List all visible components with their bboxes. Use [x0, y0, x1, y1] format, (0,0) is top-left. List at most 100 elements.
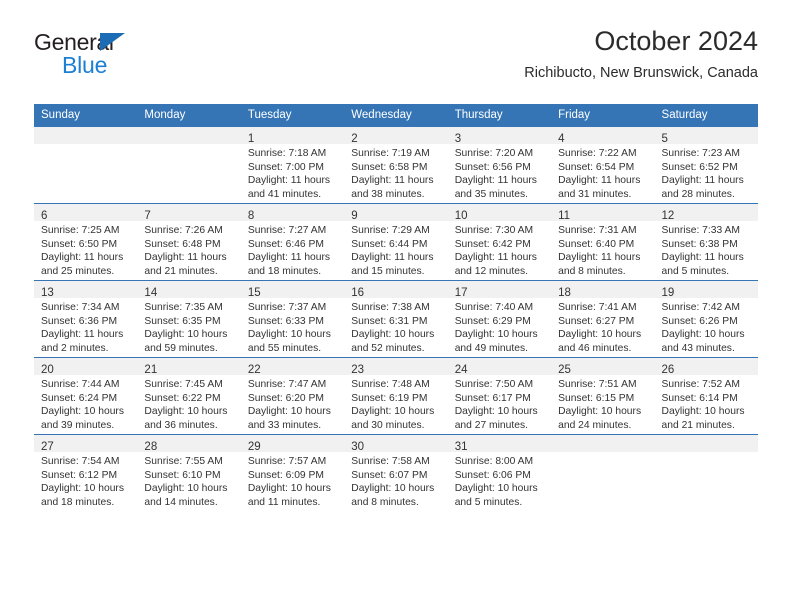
sunrise-time: Sunrise: 7:26 AM	[144, 225, 223, 236]
day-details: Sunrise: 7:47 AM Sunset: 6:20 PM Daylight:…	[241, 375, 344, 432]
day-details: Sunrise: 7:35 AM Sunset: 6:35 PM Daylight:…	[137, 298, 240, 355]
calendar-day-cell[interactable]: 24 Sunrise: 7:50 AM Sunset: 6:17 PM Dayligh…	[447, 357, 552, 435]
day-number-band: 14	[137, 281, 241, 299]
sunset-time: Sunset: 6:14 PM	[661, 392, 738, 404]
sunset-time: Sunset: 6:17 PM	[454, 392, 531, 404]
calendar-day-cell[interactable]: 8 Sunrise: 7:27 AM Sunset: 6:46 PM Daylight…	[240, 203, 345, 281]
calendar-day-cell[interactable]: 5 Sunrise: 7:23 AM Sunset: 6:52 PM Daylight…	[654, 126, 758, 204]
day-number: 29	[247, 441, 261, 453]
day-number: 9	[351, 210, 358, 222]
day-number-band: 20	[34, 358, 138, 376]
daylight-duration-line1: Daylight: 10 hours	[144, 406, 228, 418]
day-details: Sunrise: 7:19 AM Sunset: 6:58 PM Daylight:…	[344, 144, 447, 201]
daylight-duration-line1: Daylight: 10 hours	[144, 483, 228, 495]
sunrise-time: Sunrise: 7:19 AM	[351, 148, 430, 159]
day-number-band: 1	[240, 127, 345, 145]
calendar-day-cell[interactable]: 10 Sunrise: 7:30 AM Sunset: 6:42 PM Dayligh…	[447, 203, 552, 281]
daylight-duration-line1: Daylight: 10 hours	[144, 329, 228, 341]
sunrise-time: Sunrise: 7:30 AM	[454, 225, 534, 236]
weekday-header-row: Sunday Monday Tuesday Wednesday Thursday…	[34, 104, 758, 127]
day-details: Sunrise: 7:48 AM Sunset: 6:19 PM Daylight:…	[344, 375, 447, 432]
calendar-day-cell[interactable]: 14 Sunrise: 7:35 AM Sunset: 6:35 PM Dayligh…	[137, 280, 241, 358]
day-number: 20	[41, 364, 54, 376]
sunrise-time: Sunrise: 7:20 AM	[454, 148, 534, 159]
calendar-day-cell[interactable]: 28 Sunrise: 7:55 AM Sunset: 6:10 PM Dayligh…	[137, 434, 241, 511]
sunset-time: Sunset: 6:48 PM	[144, 238, 221, 250]
calendar-day-cell[interactable]: 2 Sunrise: 7:19 AM Sunset: 6:58 PM Daylight…	[344, 126, 448, 204]
page-subtitle: Richibucto, New Brunswick, Canada	[524, 65, 758, 81]
day-number-band: 7	[137, 204, 241, 222]
calendar-day-cell[interactable]: 29 Sunrise: 7:57 AM Sunset: 6:09 PM Dayligh…	[240, 434, 345, 511]
day-details: Sunrise: 7:44 AM Sunset: 6:24 PM Daylight:…	[34, 375, 137, 432]
sunrise-time: Sunrise: 7:34 AM	[41, 302, 120, 313]
day-number: 4	[558, 133, 565, 145]
day-details: Sunrise: 7:54 AM Sunset: 6:12 PM Daylight:…	[34, 452, 137, 509]
calendar-day-cell[interactable]: 3 Sunrise: 7:20 AM Sunset: 6:56 PM Daylight…	[447, 126, 552, 204]
daylight-duration-line2: and 15 minutes.	[351, 265, 425, 277]
sunset-time: Sunset: 6:33 PM	[247, 315, 324, 327]
calendar-day-cell[interactable]: 20 Sunrise: 7:44 AM Sunset: 6:24 PM Dayligh…	[34, 357, 138, 435]
daylight-duration-line1: Daylight: 10 hours	[247, 329, 331, 341]
day-details: Sunrise: 7:57 AM Sunset: 6:09 PM Daylight:…	[241, 452, 344, 509]
calendar-day-cell[interactable]: 7 Sunrise: 7:26 AM Sunset: 6:48 PM Daylight…	[137, 203, 241, 281]
daylight-duration-line1: Daylight: 11 hours	[454, 252, 537, 264]
daylight-duration-line1: Daylight: 10 hours	[661, 406, 745, 418]
daylight-duration-line1: Daylight: 11 hours	[558, 252, 641, 264]
calendar-day-cell[interactable]: 12 Sunrise: 7:33 AM Sunset: 6:38 PM Dayligh…	[654, 203, 758, 281]
daylight-duration-line1: Daylight: 11 hours	[144, 252, 227, 264]
calendar-day-cell[interactable]: 21 Sunrise: 7:45 AM Sunset: 6:22 PM Dayligh…	[137, 357, 241, 435]
sunset-time: Sunset: 6:27 PM	[558, 315, 635, 327]
calendar-day-cell[interactable]: 26 Sunrise: 7:52 AM Sunset: 6:14 PM Dayligh…	[654, 357, 758, 435]
sunset-time: Sunset: 6:09 PM	[247, 469, 324, 481]
day-number-band: 18	[551, 281, 655, 299]
logo-text-blue: Blue	[62, 52, 108, 78]
general-blue-logo[interactable]: General Blue	[34, 30, 234, 88]
calendar-day-cell[interactable]: 16 Sunrise: 7:38 AM Sunset: 6:31 PM Dayligh…	[344, 280, 448, 358]
day-details: Sunrise: 7:18 AM Sunset: 7:00 PM Daylight:…	[241, 144, 344, 201]
calendar-day-cell[interactable]: 27 Sunrise: 7:54 AM Sunset: 6:12 PM Dayligh…	[34, 434, 138, 511]
day-number-band: 9	[344, 204, 448, 222]
calendar-day-cell[interactable]: 13 Sunrise: 7:34 AM Sunset: 6:36 PM Dayligh…	[34, 280, 138, 358]
calendar-day-cell[interactable]: 17 Sunrise: 7:40 AM Sunset: 6:29 PM Dayligh…	[447, 280, 552, 358]
calendar-day-cell[interactable]: 25 Sunrise: 7:51 AM Sunset: 6:15 PM Dayligh…	[551, 357, 655, 435]
calendar-day-cell[interactable]: 11 Sunrise: 7:31 AM Sunset: 6:40 PM Dayligh…	[551, 203, 655, 281]
daylight-duration-line2: and 2 minutes.	[41, 342, 109, 354]
calendar-page: General Blue October 2024 Richibucto, Ne…	[0, 0, 792, 612]
sunset-time: Sunset: 6:19 PM	[351, 392, 428, 404]
blue-triangle-icon	[100, 33, 125, 51]
day-number: 23	[351, 364, 365, 376]
calendar-day-cell[interactable]: 31 Sunrise: 8:00 AM Sunset: 6:06 PM Dayligh…	[447, 434, 552, 511]
daylight-duration-line1: Daylight: 11 hours	[41, 252, 124, 264]
daylight-duration-line1: Daylight: 11 hours	[558, 175, 641, 187]
sunset-time: Sunset: 6:58 PM	[351, 161, 428, 173]
daylight-duration-line1: Daylight: 10 hours	[661, 329, 745, 341]
day-number: 31	[454, 441, 468, 453]
day-number-band: 22	[240, 358, 345, 376]
calendar-day-cell[interactable]: 9 Sunrise: 7:29 AM Sunset: 6:44 PM Daylight…	[344, 203, 448, 281]
calendar-day-cell[interactable]: 15 Sunrise: 7:37 AM Sunset: 6:33 PM Dayligh…	[240, 280, 345, 358]
calendar-day-cell[interactable]: 18 Sunrise: 7:41 AM Sunset: 6:27 PM Dayligh…	[551, 280, 655, 358]
day-details: Sunrise: 7:42 AM Sunset: 6:26 PM Daylight:…	[655, 298, 758, 355]
calendar-day-cell[interactable]: 30 Sunrise: 7:58 AM Sunset: 6:07 PM Dayligh…	[344, 434, 448, 511]
sunset-time: Sunset: 6:38 PM	[661, 238, 738, 250]
daylight-duration-line1: Daylight: 10 hours	[247, 483, 331, 495]
day-details: Sunrise: 7:41 AM Sunset: 6:27 PM Daylight:…	[551, 298, 654, 355]
calendar-day-cell[interactable]: 19 Sunrise: 7:42 AM Sunset: 6:26 PM Dayligh…	[654, 280, 758, 358]
calendar-body: 1 Sunrise: 7:18 AM Sunset: 7:00 PM Daylight…	[34, 126, 758, 511]
day-number-band: 24	[447, 358, 552, 376]
calendar-day-cell[interactable]: 22 Sunrise: 7:47 AM Sunset: 6:20 PM Dayligh…	[240, 357, 345, 435]
daylight-duration-line1: Daylight: 10 hours	[454, 406, 538, 418]
day-number-band	[34, 127, 138, 144]
calendar-day-cell[interactable]: 23 Sunrise: 7:48 AM Sunset: 6:19 PM Dayligh…	[344, 357, 448, 435]
calendar-day-cell[interactable]: 4 Sunrise: 7:22 AM Sunset: 6:54 PM Daylight…	[551, 126, 655, 204]
calendar-day-cell[interactable]: 1 Sunrise: 7:18 AM Sunset: 7:00 PM Daylight…	[240, 126, 345, 204]
day-number-band: 11	[551, 204, 655, 222]
sunset-time: Sunset: 6:26 PM	[661, 315, 738, 327]
day-number: 28	[144, 441, 158, 453]
day-details: Sunrise: 7:33 AM Sunset: 6:38 PM Daylight:…	[655, 221, 758, 278]
sunrise-time: Sunrise: 7:48 AM	[351, 379, 430, 390]
sunrise-time: Sunrise: 7:40 AM	[454, 302, 534, 313]
sunset-time: Sunset: 6:22 PM	[144, 392, 221, 404]
calendar-day-cell[interactable]: 6 Sunrise: 7:25 AM Sunset: 6:50 PM Daylight…	[34, 203, 138, 281]
day-number: 10	[454, 210, 468, 222]
